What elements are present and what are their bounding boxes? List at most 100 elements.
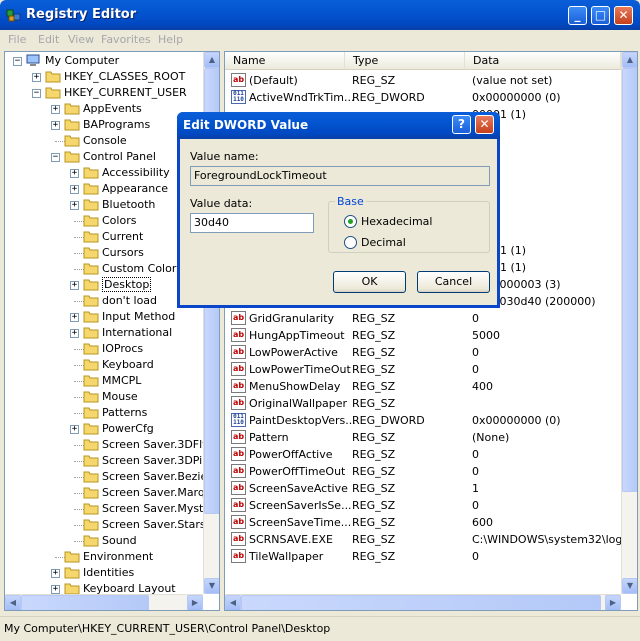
dialog-close-button[interactable]: ✕ bbox=[475, 115, 494, 134]
collapse-icon[interactable]: − bbox=[32, 89, 41, 98]
tree-item[interactable]: Custom Colors bbox=[5, 261, 203, 277]
tree-item[interactable]: Screen Saver.Marqu bbox=[5, 485, 212, 501]
tree-item[interactable]: + AppEvents bbox=[5, 101, 203, 117]
tree-item[interactable]: Screen Saver.Mystif bbox=[5, 501, 210, 517]
value-row[interactable]: ab LowPowerActive REG_SZ 0 bbox=[225, 344, 635, 361]
value-row[interactable]: 011 110 ActiveWndTrkTim... REG_DWORD 0x00000… bbox=[225, 89, 635, 106]
menu-favorites[interactable]: Favorites bbox=[101, 33, 151, 46]
expand-icon[interactable]: + bbox=[51, 569, 60, 578]
expand-icon[interactable]: + bbox=[70, 329, 79, 338]
value-row[interactable]: ab SCRNSAVE.EXE REG_SZ C:\WINDOWS\system32\… bbox=[225, 531, 636, 548]
scroll-left-button[interactable]: ◀ bbox=[5, 595, 21, 610]
tree-item[interactable]: Cursors bbox=[5, 245, 203, 261]
value-name-field[interactable]: ForegroundLockTimeout bbox=[190, 166, 490, 186]
scroll-thumb[interactable] bbox=[622, 68, 637, 492]
column-header-name[interactable]: Name bbox=[225, 52, 345, 70]
expand-icon[interactable]: + bbox=[51, 585, 60, 594]
value-row[interactable]: ab GridGranularity REG_SZ 0 bbox=[225, 310, 635, 327]
tree-item[interactable]: − My Computer bbox=[5, 53, 203, 69]
tree-item[interactable]: + Bluetooth bbox=[5, 197, 203, 213]
scroll-left-button[interactable]: ◀ bbox=[225, 595, 241, 610]
h-scroll-thumb[interactable] bbox=[21, 595, 149, 610]
hexadecimal-radio[interactable] bbox=[344, 215, 357, 228]
values-vertical-scrollbar[interactable]: ▲ ▼ bbox=[621, 52, 637, 594]
scroll-down-button[interactable]: ▼ bbox=[622, 578, 637, 594]
values-horizontal-scrollbar[interactable]: ◀ ▶ bbox=[225, 594, 621, 610]
tree-item[interactable]: Environment bbox=[5, 549, 203, 565]
tree-item[interactable]: + BAPrograms bbox=[5, 117, 203, 133]
tree-item[interactable]: IOProcs bbox=[5, 341, 203, 357]
cancel-button[interactable]: Cancel bbox=[417, 271, 490, 293]
minimize-button[interactable]: _ bbox=[568, 6, 587, 25]
tree-item[interactable]: don't load bbox=[5, 293, 203, 309]
tree-item[interactable]: + Input Method bbox=[5, 309, 203, 325]
title-bar[interactable]: Registry Editor _ □ ✕ bbox=[0, 0, 640, 30]
help-button[interactable]: ? bbox=[452, 115, 471, 134]
tree-item[interactable]: + Appearance bbox=[5, 181, 203, 197]
value-row[interactable]: ab MenuShowDelay REG_SZ 400 bbox=[225, 378, 635, 395]
tree-item[interactable]: + HKEY_CLASSES_ROOT bbox=[5, 69, 203, 85]
tree-item[interactable]: + International bbox=[5, 325, 203, 341]
expand-icon[interactable]: + bbox=[51, 121, 60, 130]
collapse-icon[interactable]: − bbox=[51, 153, 60, 162]
value-row[interactable]: ab ScreenSaverIsSe... REG_SZ 0 bbox=[225, 497, 635, 514]
column-header-data[interactable]: Data bbox=[465, 52, 621, 70]
tree-item[interactable]: + PowerCfg bbox=[5, 421, 203, 437]
tree-item[interactable]: MMCPL bbox=[5, 373, 203, 389]
tree-horizontal-scrollbar[interactable]: ◀ ▶ bbox=[5, 594, 203, 610]
expand-icon[interactable]: + bbox=[70, 201, 79, 210]
value-data-input[interactable]: 30d40 bbox=[190, 213, 314, 233]
expand-icon[interactable]: + bbox=[70, 185, 79, 194]
tree-item[interactable]: Screen Saver.Stars bbox=[5, 517, 206, 533]
decimal-label[interactable]: Decimal bbox=[361, 236, 406, 249]
value-row[interactable]: ab TileWallpaper REG_SZ 0 bbox=[225, 548, 635, 565]
collapse-icon[interactable]: − bbox=[13, 57, 22, 66]
maximize-button[interactable]: □ bbox=[591, 6, 610, 25]
value-row[interactable]: ab Pattern REG_SZ (None) bbox=[225, 429, 635, 446]
tree-item[interactable]: + Identities bbox=[5, 565, 203, 581]
menu-file[interactable]: File bbox=[8, 33, 26, 46]
value-row[interactable]: ab (Default) REG_SZ (value not set) bbox=[225, 72, 635, 89]
tree-item[interactable]: Screen Saver.3DPip bbox=[5, 453, 209, 469]
scroll-right-button[interactable]: ▶ bbox=[605, 595, 621, 610]
value-row[interactable]: 011 110 PaintDesktopVers... REG_DWORD 0x0000… bbox=[225, 412, 635, 429]
menu-view[interactable]: View bbox=[68, 33, 94, 46]
column-header-type[interactable]: Type bbox=[345, 52, 465, 70]
close-button[interactable]: ✕ bbox=[614, 6, 633, 25]
tree-item[interactable]: Screen Saver.3DFly bbox=[5, 437, 209, 453]
expand-icon[interactable]: + bbox=[51, 105, 60, 114]
tree-item[interactable]: Mouse bbox=[5, 389, 203, 405]
dialog-title-bar[interactable]: Edit DWORD Value ? ✕ bbox=[177, 112, 500, 139]
value-row[interactable]: ab HungAppTimeout REG_SZ 5000 bbox=[225, 327, 635, 344]
tree-item[interactable]: Screen Saver.Bezier bbox=[5, 469, 212, 485]
tree-item[interactable]: Keyboard bbox=[5, 357, 203, 373]
tree-item[interactable]: Sound bbox=[5, 533, 203, 549]
ok-button[interactable]: OK bbox=[333, 271, 406, 293]
tree-item[interactable]: + Desktop bbox=[5, 277, 203, 293]
tree-item[interactable]: − HKEY_CURRENT_USER bbox=[5, 85, 203, 101]
expand-icon[interactable]: + bbox=[70, 313, 79, 322]
expand-icon[interactable]: + bbox=[70, 425, 79, 434]
tree-item[interactable]: Colors bbox=[5, 213, 203, 229]
expand-icon[interactable]: + bbox=[70, 169, 79, 178]
tree-item[interactable]: Current bbox=[5, 229, 203, 245]
value-row[interactable]: ab PowerOffTimeOut REG_SZ 0 bbox=[225, 463, 635, 480]
h-scroll-thumb[interactable] bbox=[241, 595, 601, 610]
decimal-radio[interactable] bbox=[344, 236, 357, 249]
scroll-down-button[interactable]: ▼ bbox=[204, 578, 219, 594]
value-row[interactable]: ab ScreenSaveTime... REG_SZ 600 bbox=[225, 514, 635, 531]
tree-item[interactable]: − Control Panel bbox=[5, 149, 203, 165]
menu-help[interactable]: Help bbox=[158, 33, 183, 46]
value-row[interactable]: ab OriginalWallpaper REG_SZ bbox=[225, 395, 635, 412]
value-row[interactable]: ab LowPowerTimeOut REG_SZ 0 bbox=[225, 361, 635, 378]
expand-icon[interactable]: + bbox=[70, 281, 79, 290]
value-row[interactable]: ab ScreenSaveActive REG_SZ 1 bbox=[225, 480, 635, 497]
scroll-right-button[interactable]: ▶ bbox=[187, 595, 203, 610]
scroll-up-button[interactable]: ▲ bbox=[622, 52, 637, 68]
tree-item[interactable]: + Accessibility bbox=[5, 165, 203, 181]
tree-item[interactable]: Patterns bbox=[5, 405, 203, 421]
scroll-up-button[interactable]: ▲ bbox=[204, 52, 219, 68]
hexadecimal-label[interactable]: Hexadecimal bbox=[361, 215, 432, 228]
expand-icon[interactable]: + bbox=[32, 73, 41, 82]
value-row[interactable]: ab PowerOffActive REG_SZ 0 bbox=[225, 446, 635, 463]
